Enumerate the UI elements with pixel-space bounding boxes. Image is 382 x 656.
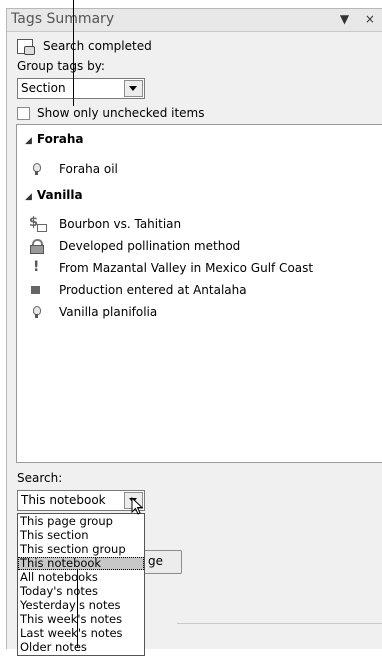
search-status-text: Search completed — [43, 39, 152, 53]
unchecked-filter-label: Show only unchecked items — [37, 106, 205, 120]
group-tags-label: Group tags by: — [17, 59, 105, 73]
callout-line-top — [73, 0, 74, 106]
dropdown-option[interactable]: This week's notes — [20, 613, 122, 626]
section-name: Vanilla — [36, 188, 83, 202]
list-item-label: Foraha oil — [59, 162, 118, 176]
unchecked-filter-checkbox[interactable] — [17, 107, 30, 120]
section-header-vanilla[interactable]: ◢ Vanilla — [25, 188, 83, 202]
lock-icon — [29, 239, 44, 254]
lightbulb-icon — [29, 305, 43, 319]
section-header-foraha[interactable]: ◢ Foraha — [25, 132, 84, 146]
exclamation-icon — [29, 259, 43, 275]
tags-summary-pane: Tags Summary ▼ × Search completed Group … — [6, 8, 382, 656]
group-tags-combobox[interactable]: Section — [17, 78, 145, 99]
dropdown-option[interactable]: Yesterday's notes — [20, 599, 121, 612]
tags-list: ◢ Foraha Foraha oil ◢ Vanilla Bourbon vs. … — [16, 124, 382, 463]
obscured-button-label: ge — [148, 554, 163, 568]
pane-titlebar: Tags Summary ▼ × — [7, 9, 382, 32]
dropdown-option[interactable]: All notebooks — [20, 571, 98, 584]
search-scope-dropdown[interactable]: This page group This section This sectio… — [17, 513, 145, 656]
search-scope-combobox[interactable]: This notebook — [17, 490, 145, 511]
chevron-down-icon[interactable] — [124, 80, 143, 97]
search-scope-value: This notebook — [21, 493, 106, 507]
expand-triangle-icon[interactable]: ◢ — [25, 136, 32, 146]
dropdown-option[interactable]: This section — [20, 529, 89, 542]
search-status-icon — [17, 39, 35, 55]
dropdown-option[interactable]: Today's notes — [20, 585, 98, 598]
group-tags-value: Section — [21, 81, 66, 95]
list-item-label: Production entered at Antalaha — [59, 283, 247, 297]
list-item-label: Vanilla planifolia — [59, 305, 158, 319]
mouse-pointer-icon — [131, 497, 144, 515]
pane-divider — [177, 623, 382, 624]
pane-menu-close-controls[interactable]: ▼ × — [340, 12, 381, 26]
search-scope-label: Search: — [17, 471, 63, 485]
list-item-label: Bourbon vs. Tahitian — [59, 217, 182, 231]
dropdown-option[interactable]: This page group — [20, 515, 113, 528]
lightbulb-icon — [29, 162, 43, 176]
expand-triangle-icon[interactable]: ◢ — [25, 192, 32, 202]
dropdown-option[interactable]: Last week's notes — [20, 627, 123, 640]
dollar-icon — [29, 215, 47, 232]
callout-line-bottom — [77, 569, 78, 648]
section-name: Foraha — [36, 132, 84, 146]
square-icon — [29, 283, 43, 297]
list-item-label: From Mazantal Valley in Mexico Gulf Coas… — [59, 261, 314, 275]
pane-title: Tags Summary — [11, 11, 115, 27]
dropdown-option[interactable]: This section group — [20, 543, 126, 556]
dropdown-option-selected[interactable]: This notebook — [18, 557, 144, 570]
list-item-label: Developed pollination method — [59, 239, 241, 253]
